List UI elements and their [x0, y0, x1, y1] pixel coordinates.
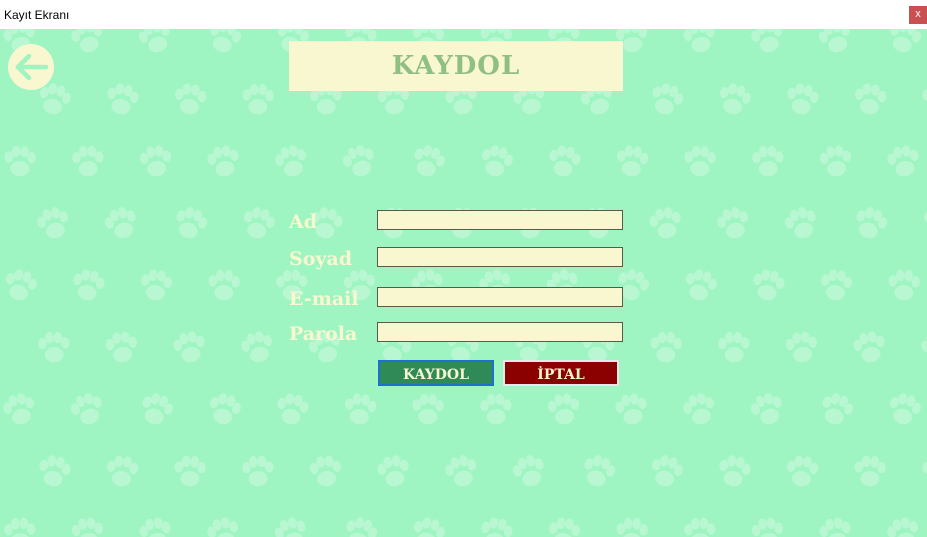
page-title: KAYDOL: [391, 51, 521, 81]
title-bar: Kayıt Ekranı x: [0, 0, 927, 29]
paw-pattern-background: [3, 29, 927, 537]
window-title: Kayıt Ekranı: [4, 8, 70, 22]
email-field[interactable]: [377, 287, 623, 307]
last-name-field[interactable]: [377, 247, 623, 267]
email-label: E-mail: [289, 288, 359, 310]
last-name-label: Soyad: [289, 248, 353, 270]
arrow-left-icon: [15, 53, 49, 81]
first-name-field[interactable]: [377, 210, 623, 230]
first-name-label: Ad: [289, 211, 318, 233]
password-label: Parola: [289, 323, 358, 345]
back-button[interactable]: [8, 44, 54, 90]
close-button[interactable]: x: [909, 6, 927, 24]
header-banner: KAYDOL: [289, 41, 623, 91]
password-field[interactable]: [377, 322, 623, 342]
registration-panel: KAYDOL Ad Soyad E-mail Parola KAYDOL İPT…: [0, 29, 927, 537]
save-button[interactable]: KAYDOL: [378, 360, 494, 386]
cancel-button[interactable]: İPTAL: [503, 360, 619, 386]
